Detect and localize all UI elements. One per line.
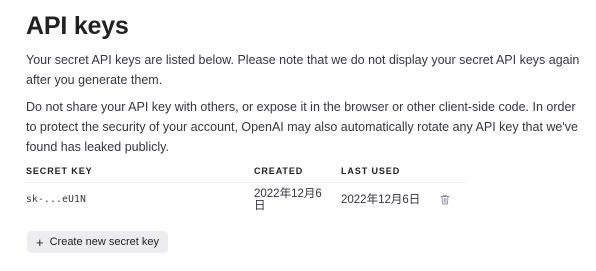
trash-icon xyxy=(440,193,450,208)
description-paragraph: Your secret API keys are listed below. P… xyxy=(26,53,580,87)
secret-key-value: sk-...eU1N xyxy=(26,194,87,205)
delete-key-button[interactable] xyxy=(437,192,453,208)
row-actions xyxy=(440,183,466,217)
header-secret-key: SECRET KEY xyxy=(26,162,254,183)
plus-icon: + xyxy=(36,234,44,250)
table-header-row: SECRET KEY CREATED LAST USED xyxy=(26,162,466,183)
header-last-used: LAST USED xyxy=(341,162,441,183)
last-used-date: 2022年12月6日 xyxy=(341,194,421,206)
table-row: sk-...eU1N 2022年12月6日 2022年12月6日 xyxy=(26,183,466,217)
header-created: CREATED xyxy=(254,162,341,183)
security-notice-paragraph: Do not share your API key with others, o… xyxy=(26,100,578,154)
header-actions xyxy=(441,162,466,183)
created-date: 2022年12月6日 xyxy=(254,188,322,212)
page-title: API keys xyxy=(26,12,129,40)
create-button-label: Create new secret key xyxy=(49,236,160,248)
api-keys-table: SECRET KEY CREATED LAST USED sk-...eU1N … xyxy=(26,162,466,216)
create-new-secret-key-button[interactable]: + Create new secret key xyxy=(27,231,169,253)
